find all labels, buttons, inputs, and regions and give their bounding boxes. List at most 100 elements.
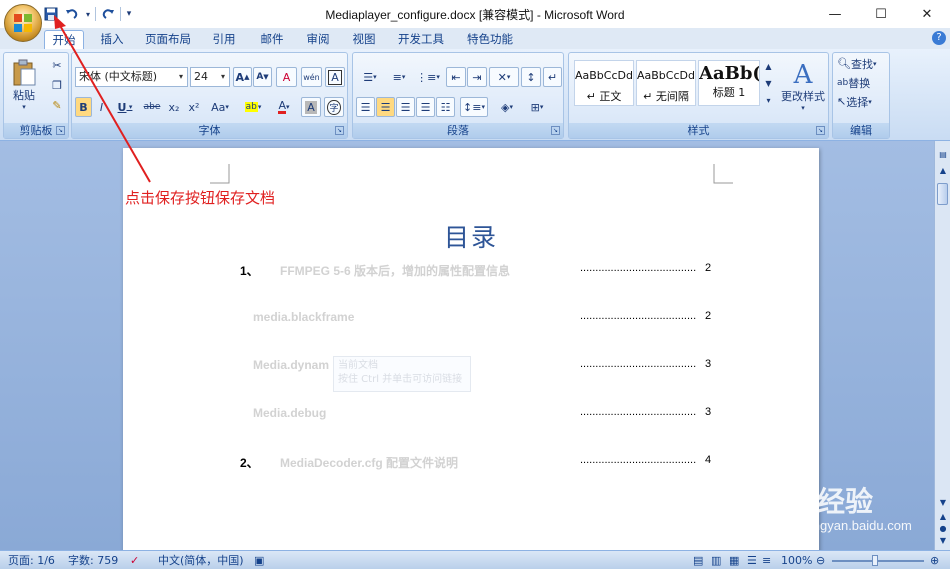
toc-entry[interactable]: Media.debug ............................… (123, 406, 819, 424)
style-normal[interactable]: AaBbCcDd ↵ 正文 (574, 60, 634, 106)
shading-button[interactable]: ◈ ▾ (493, 97, 521, 117)
grow-font-button[interactable]: A ▲ (233, 67, 252, 87)
styles-more[interactable]: ▾ (762, 92, 775, 108)
zoom-slider[interactable] (832, 555, 924, 566)
toc-entry[interactable]: media.blackframe .......................… (123, 310, 819, 328)
char-shading-button[interactable]: A (301, 97, 321, 117)
zoom-in-icon[interactable]: ⊕ (930, 553, 939, 568)
bold-button[interactable]: B (75, 97, 92, 117)
page-count[interactable]: 页面: 1/6 (8, 553, 55, 568)
font-name-select[interactable]: 宋体 (中文标题) ▾ (75, 67, 188, 87)
toc-entry[interactable]: Media.dynam ............................… (123, 358, 819, 376)
copy-button[interactable]: ❐ (48, 77, 66, 93)
bullets-button[interactable]: ☰ ▾ (356, 67, 384, 87)
replace-button[interactable]: ab 替换 (836, 74, 888, 91)
underline-button[interactable]: U ▾ (112, 97, 138, 117)
find-button[interactable]: 🔍︎ 查找 ▾ (836, 55, 888, 72)
toc-entry-page: 4 (705, 454, 712, 466)
word-count[interactable]: 字数: 759 (68, 553, 118, 568)
toc-entry[interactable]: 2、 MediaDecoder.cfg 配置文件说明 .............… (123, 454, 819, 472)
align-right-button[interactable]: ☰ (396, 97, 415, 117)
clipboard-launcher-icon[interactable]: ↘ (56, 126, 65, 135)
bold-icon: B (79, 100, 88, 114)
draft-view-icon[interactable]: ≡ (762, 553, 771, 568)
format-painter-button[interactable]: ✎ (48, 97, 66, 113)
styles-launcher-icon[interactable]: ↘ (816, 126, 825, 135)
chinese-layout-button[interactable]: ✕ ▾ (489, 67, 519, 87)
styles-scroll-up[interactable]: ▲ (762, 58, 775, 74)
style-no-spacing[interactable]: AaBbCcDd ↵ 无间隔 (636, 60, 696, 106)
strikethrough-button[interactable]: abe (141, 97, 163, 117)
multilevel-list-button[interactable]: ⋮≡ ▾ (414, 67, 442, 87)
phonetic-guide-button[interactable]: wén (301, 67, 322, 87)
ruler-toggle-icon[interactable]: ▤ (937, 149, 949, 161)
align-left-button[interactable]: ☰ (356, 97, 375, 117)
clear-format-button[interactable]: A (276, 67, 297, 87)
borders-button[interactable]: ⊞ ▾ (523, 97, 551, 117)
sort-button[interactable]: ↕ (521, 67, 541, 87)
help-icon[interactable]: ? (932, 31, 946, 45)
close-button[interactable]: ✕ (904, 0, 950, 28)
tab-special-features[interactable]: 特色功能 (460, 30, 520, 49)
font-color-button[interactable]: A ▾ (270, 97, 298, 117)
shrink-font-button[interactable]: A ▼ (253, 67, 272, 87)
distributed-icon: ☷ (440, 100, 451, 114)
numbering-button[interactable]: ≡ ▾ (385, 67, 413, 87)
scrollbar-thumb[interactable] (937, 183, 948, 205)
paragraph-launcher-icon[interactable]: ↘ (551, 126, 560, 135)
tab-insert[interactable]: 插入 (92, 30, 132, 49)
binoculars-icon: 🔍︎ (837, 57, 851, 70)
minimize-button[interactable]: — (812, 0, 858, 28)
show-marks-button[interactable]: ↵ (543, 67, 562, 87)
line-spacing-button[interactable]: ↕≡ ▾ (460, 97, 488, 117)
select-browse-object-icon[interactable]: ● (937, 523, 949, 535)
superscript-button[interactable]: x² (185, 97, 203, 117)
tab-view[interactable]: 视图 (344, 30, 384, 49)
previous-page-icon[interactable]: ▲ (937, 511, 949, 523)
change-case-button[interactable]: Aa ▾ (206, 97, 234, 117)
style-heading-1[interactable]: AaBb( 标题 1 (698, 60, 760, 106)
scroll-up-icon[interactable]: ▲ (937, 165, 949, 177)
justify-button[interactable]: ☰ (416, 97, 435, 117)
highlight-button[interactable]: ab ▾ (239, 97, 267, 117)
language-indicator[interactable]: 中文(简体，中国) (158, 553, 244, 568)
tab-page-layout[interactable]: 页面布局 (140, 30, 196, 49)
zoom-out-icon[interactable]: ⊖ (816, 553, 825, 568)
increase-indent-button[interactable]: ⇥ (467, 67, 487, 87)
paste-button[interactable]: 粘贴 ▾ (7, 55, 41, 115)
maximize-button[interactable]: ☐ (858, 0, 904, 28)
align-center-button[interactable]: ☰ (376, 97, 395, 117)
tab-developer[interactable]: 开发工具 (390, 30, 452, 49)
macro-record-icon[interactable]: ▣ (254, 553, 264, 568)
zoom-slider-thumb[interactable] (872, 555, 878, 566)
distributed-button[interactable]: ☷ (436, 97, 455, 117)
select-button[interactable]: ↖ 选择 ▾ (836, 93, 888, 110)
toc-entry[interactable]: 1、 FFMPEG 5-6 版本后，增加的属性配置信息 ............… (123, 262, 819, 280)
styles-scroll-down[interactable]: ▼ (762, 75, 775, 91)
outline-view-icon[interactable]: ☰ (747, 553, 757, 568)
font-launcher-icon[interactable]: ↘ (335, 126, 344, 135)
zoom-level[interactable]: 100% (781, 553, 812, 568)
office-button[interactable] (4, 4, 42, 42)
change-styles-button[interactable]: A 更改样式 ▾ (778, 56, 828, 118)
tab-home[interactable]: 开始 (44, 30, 84, 49)
increase-indent-icon: ⇥ (472, 70, 482, 84)
tab-review[interactable]: 审阅 (298, 30, 338, 49)
full-screen-reading-icon[interactable]: ▥ (711, 553, 721, 568)
document-page[interactable]: 目录 1、 FFMPEG 5-6 版本后，增加的属性配置信息 .........… (123, 148, 819, 550)
tab-references[interactable]: 引用 (204, 30, 244, 49)
font-size-select[interactable]: 24 ▾ (190, 67, 230, 87)
scroll-down-icon[interactable]: ▼ (937, 497, 949, 509)
vertical-scrollbar[interactable]: ▤ ▲ ▼ ▲ ● ▼ (934, 141, 950, 550)
italic-button[interactable]: I (93, 97, 110, 117)
decrease-indent-button[interactable]: ⇤ (446, 67, 466, 87)
tab-mailings[interactable]: 邮件 (252, 30, 292, 49)
print-layout-icon[interactable]: ▤ (693, 553, 703, 568)
char-border-button[interactable]: A (325, 67, 345, 87)
web-layout-icon[interactable]: ▦ (729, 553, 739, 568)
subscript-button[interactable]: x₂ (165, 97, 183, 117)
enclose-char-button[interactable]: 字 (324, 97, 344, 117)
proofing-icon[interactable]: ✓ (130, 553, 139, 568)
next-page-icon[interactable]: ▼ (937, 535, 949, 547)
cut-button[interactable]: ✂ (48, 57, 66, 73)
